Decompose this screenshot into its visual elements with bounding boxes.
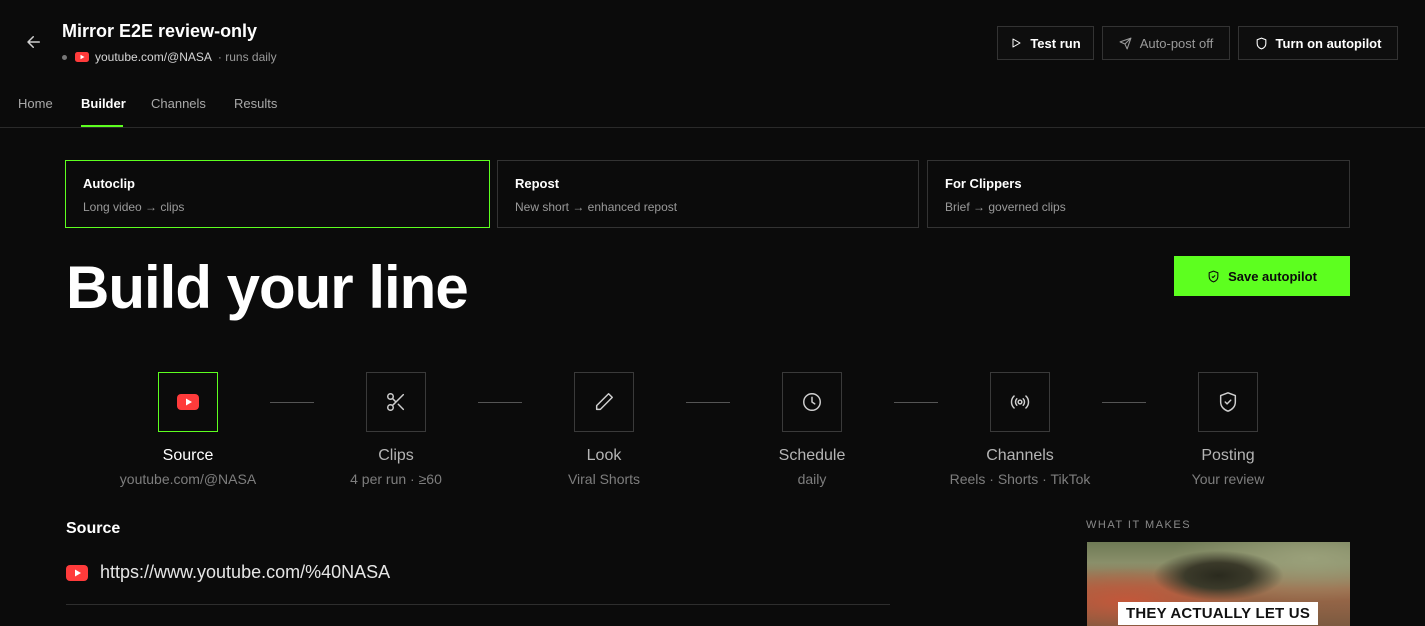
pencil-icon (595, 393, 613, 411)
step-sub-source: youtube.com/@NASA (119, 471, 257, 487)
step-channels-button[interactable] (990, 372, 1050, 432)
status-dot (62, 54, 67, 60)
step-label-look: Look (586, 447, 622, 464)
step-source-button[interactable] (158, 372, 218, 432)
step-label-clips: Clips (378, 447, 414, 464)
source-subline: youtube.com/@NASA · runs daily (62, 50, 277, 64)
scissors-icon (387, 393, 405, 411)
back-button[interactable] (22, 30, 46, 54)
tab-results[interactable]: Results (234, 96, 277, 111)
broadcast-icon (1010, 395, 1030, 409)
page-title: Mirror E2E review-only (62, 21, 258, 41)
tab-home[interactable]: Home (18, 96, 53, 111)
step-clips-button[interactable] (366, 372, 426, 432)
preview-thumbnail[interactable]: THEY ACTUALLY LET US (1087, 542, 1350, 626)
turn-on-autopilot-button[interactable]: Turn on autopilot (1238, 26, 1398, 60)
step-label-posting: Posting (1201, 447, 1255, 464)
source-url-text[interactable]: youtube.com/@NASA (95, 50, 212, 64)
shield-icon (1256, 37, 1266, 49)
step-connector (894, 402, 938, 403)
mode-card-autoclip[interactable]: Autoclip Long video → clips (65, 160, 490, 228)
youtube-icon (66, 564, 88, 581)
tab-builder[interactable]: Builder (81, 96, 126, 111)
step-label-source: Source (162, 447, 214, 464)
tab-divider (0, 127, 1425, 128)
shield-check-icon (1208, 270, 1219, 282)
shield-check-icon (1219, 392, 1237, 412)
source-section-title: Source (66, 520, 121, 537)
hero-heading: Build your line (66, 254, 469, 321)
play-icon (1012, 38, 1021, 48)
source-url-field[interactable]: https://www.youtube.com/%40NASA (66, 562, 390, 583)
step-connector (1102, 402, 1146, 403)
mode-title: Repost (515, 176, 560, 191)
youtube-icon (177, 394, 199, 410)
source-url-value: https://www.youtube.com/%40NASA (100, 562, 391, 582)
send-icon (1119, 37, 1132, 49)
preview-caption: THEY ACTUALLY LET US (1118, 602, 1319, 625)
step-schedule-button[interactable] (782, 372, 842, 432)
step-label-channels: Channels (986, 447, 1054, 464)
step-look-button[interactable] (574, 372, 634, 432)
what-it-makes-label: WHAT IT MAKES (1086, 519, 1192, 531)
step-sub-clips: 4 per run · ≥60 (350, 471, 442, 487)
mode-subtitle: Long video → clips (83, 200, 185, 214)
mode-title: Autoclip (83, 176, 135, 191)
tab-channels[interactable]: Channels (151, 96, 206, 111)
step-posting-button[interactable] (1198, 372, 1258, 432)
test-run-button[interactable]: Test run (997, 26, 1094, 60)
clock-icon (803, 393, 821, 411)
step-sub-posting: Your review (1191, 471, 1265, 487)
mode-subtitle: Brief → governed clips (945, 200, 1066, 214)
youtube-icon (75, 52, 89, 62)
step-sub-channels: Reels · Shorts · TikTok (949, 471, 1091, 487)
arrow-left-icon (27, 36, 40, 48)
source-divider (66, 604, 890, 605)
step-label-schedule: Schedule (778, 447, 846, 464)
mode-title: For Clippers (945, 176, 1022, 191)
step-connector (270, 402, 314, 403)
mode-subtitle: New short → enhanced repost (515, 200, 678, 214)
step-sub-look: Viral Shorts (567, 471, 641, 487)
mode-card-repost[interactable]: Repost New short → enhanced repost (497, 160, 919, 228)
save-autopilot-button[interactable]: Save autopilot (1174, 256, 1350, 296)
step-sub-schedule: daily (797, 471, 827, 487)
auto-post-toggle-button[interactable]: Auto-post off (1102, 26, 1230, 60)
step-connector (478, 402, 522, 403)
schedule-text: · runs daily (217, 50, 277, 64)
step-connector (686, 402, 730, 403)
mode-card-for-clippers[interactable]: For Clippers Brief → governed clips (927, 160, 1350, 228)
